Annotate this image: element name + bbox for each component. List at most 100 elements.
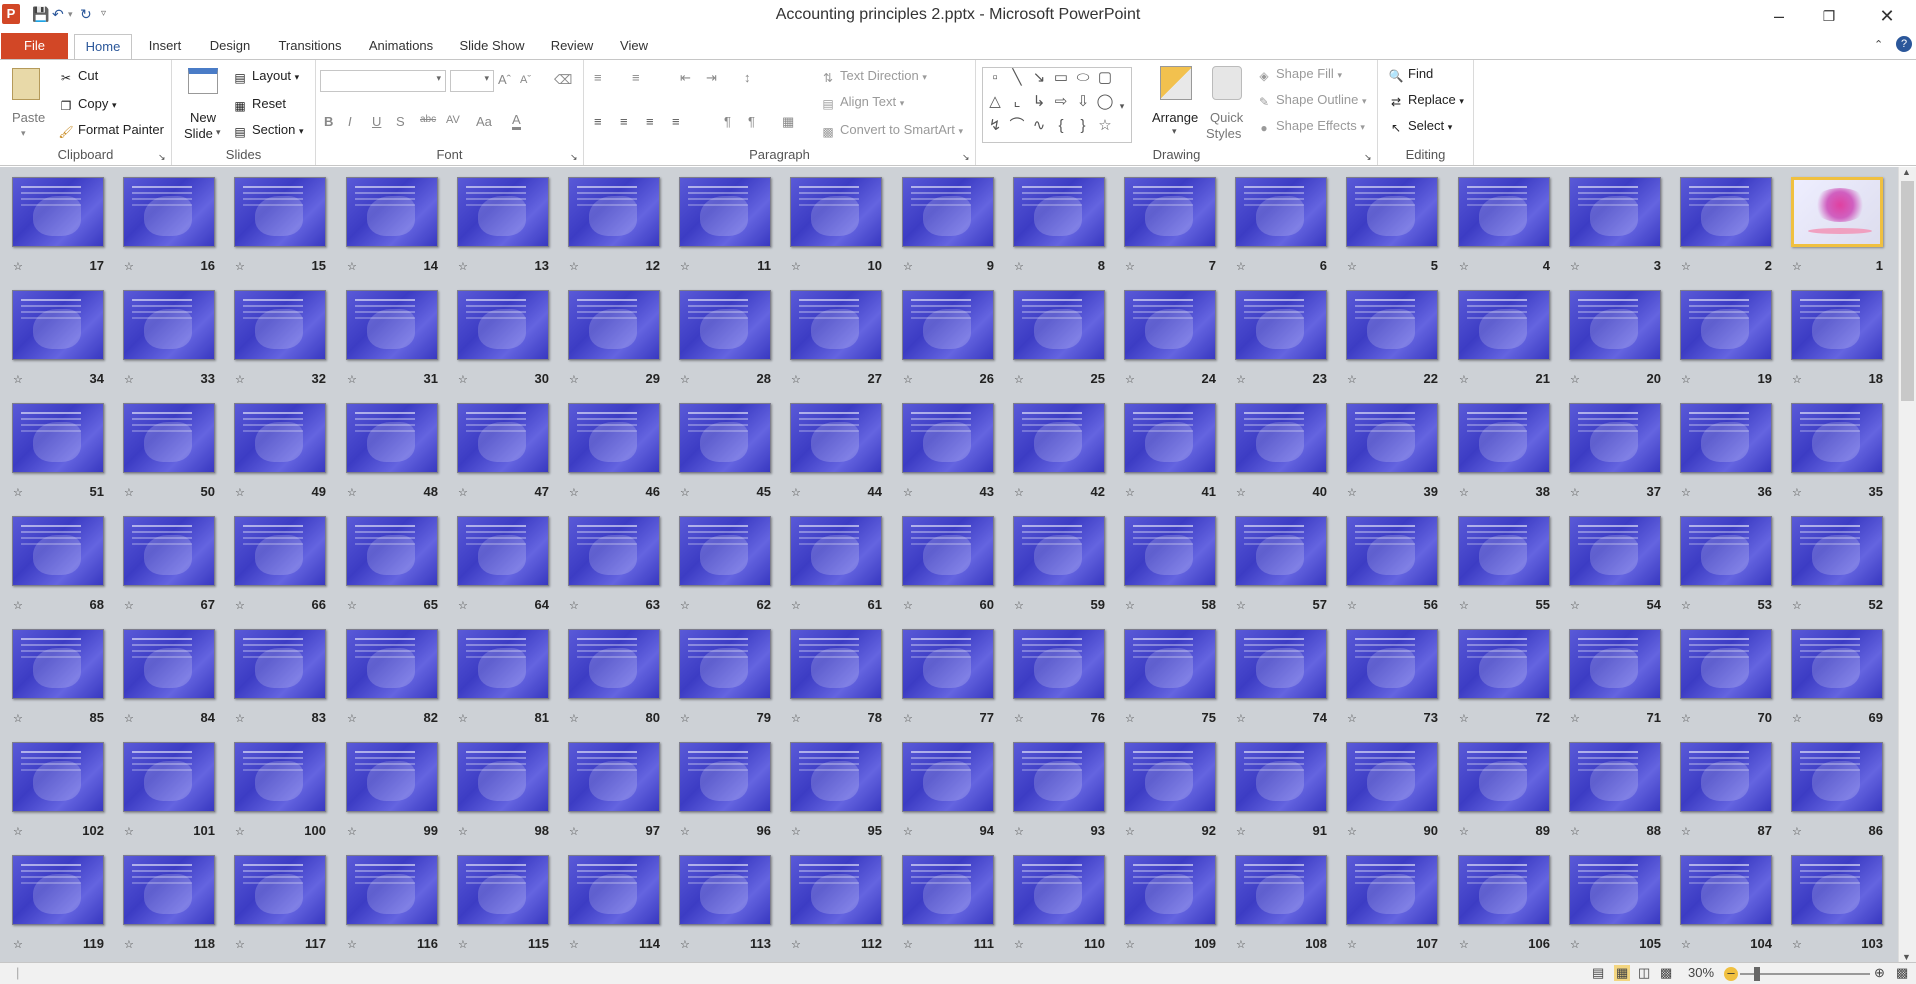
zoom-level[interactable]: 30% (1688, 965, 1714, 980)
slide-transition-star-icon[interactable]: ☆ (458, 825, 468, 838)
align-right-icon[interactable]: ≡ (646, 114, 654, 129)
slide-transition-star-icon[interactable]: ☆ (1459, 938, 1469, 951)
slide-transition-star-icon[interactable]: ☆ (458, 373, 468, 386)
slide-thumbnail[interactable] (234, 403, 326, 473)
slide-thumbnail[interactable] (1124, 177, 1216, 247)
slide-transition-star-icon[interactable]: ☆ (680, 599, 690, 612)
shape-outline-button[interactable]: ✎ Shape Outline ▾ (1256, 92, 1367, 109)
section-button[interactable]: ▤ Section ▾ (232, 122, 303, 139)
slide-thumbnail[interactable] (1346, 855, 1438, 925)
slide-thumbnail[interactable] (346, 516, 438, 586)
freeform-shape-icon[interactable]: ↯ (985, 116, 1005, 136)
reset-button[interactable]: ▦ Reset (232, 96, 286, 113)
slide-transition-star-icon[interactable]: ☆ (1236, 260, 1246, 273)
italic-icon[interactable]: I (348, 114, 352, 129)
slide-thumbnail[interactable] (1458, 403, 1550, 473)
slide-transition-star-icon[interactable]: ☆ (347, 938, 357, 951)
slide-transition-star-icon[interactable]: ☆ (1570, 938, 1580, 951)
rounded-rect-shape-icon[interactable]: ▢ (1095, 68, 1115, 88)
rtl-icon[interactable]: ¶ (748, 114, 755, 129)
slide-transition-star-icon[interactable]: ☆ (1125, 486, 1135, 499)
slide-thumbnail[interactable] (679, 516, 771, 586)
slide-thumbnail[interactable] (568, 177, 660, 247)
collapse-ribbon-icon[interactable]: ⌃ (1874, 38, 1883, 51)
slide-transition-star-icon[interactable]: ☆ (1570, 373, 1580, 386)
shape-fill-button[interactable]: ◈ Shape Fill ▾ (1256, 66, 1342, 83)
rectangle-shape-icon[interactable]: ▭ (1051, 68, 1071, 88)
slide-thumbnail[interactable] (1124, 629, 1216, 699)
slide-transition-star-icon[interactable]: ☆ (569, 486, 579, 499)
slide-transition-star-icon[interactable]: ☆ (569, 938, 579, 951)
slide-transition-star-icon[interactable]: ☆ (1125, 712, 1135, 725)
slide-thumbnail[interactable] (1124, 403, 1216, 473)
slide-thumbnail[interactable] (346, 177, 438, 247)
slide-thumbnail[interactable] (1458, 516, 1550, 586)
slide-thumbnail[interactable] (346, 403, 438, 473)
font-launcher-icon[interactable]: ↘ (570, 152, 578, 163)
slide-thumbnail[interactable] (1235, 403, 1327, 473)
slide-thumbnail[interactable] (1235, 855, 1327, 925)
quick-styles-label-1[interactable]: Quick (1210, 110, 1243, 125)
slide-transition-star-icon[interactable]: ☆ (1681, 486, 1691, 499)
slide-transition-star-icon[interactable]: ☆ (1236, 373, 1246, 386)
zoom-in-icon[interactable]: ⊕ (1874, 965, 1885, 981)
tab-view[interactable]: View (612, 34, 656, 60)
tab-review[interactable]: Review (544, 34, 600, 60)
slide-transition-star-icon[interactable]: ☆ (791, 486, 801, 499)
slide-transition-star-icon[interactable]: ☆ (1236, 825, 1246, 838)
slide-thumbnail[interactable] (1346, 403, 1438, 473)
shape-effects-button[interactable]: ● Shape Effects ▾ (1256, 118, 1365, 135)
slide-thumbnail[interactable] (234, 290, 326, 360)
slide-thumbnail[interactable] (902, 403, 994, 473)
paste-dropdown-icon[interactable]: ▾ (21, 128, 26, 139)
slide-thumbnail[interactable] (123, 403, 215, 473)
character-spacing-icon[interactable]: AV (446, 114, 460, 126)
slide-transition-star-icon[interactable]: ☆ (347, 599, 357, 612)
slide-thumbnail[interactable] (790, 629, 882, 699)
slide-transition-star-icon[interactable]: ☆ (1570, 486, 1580, 499)
slide-transition-star-icon[interactable]: ☆ (1792, 712, 1802, 725)
slide-transition-star-icon[interactable]: ☆ (569, 373, 579, 386)
slide-thumbnail[interactable] (457, 742, 549, 812)
reading-view-icon[interactable]: ◫ (1638, 965, 1650, 981)
slide-thumbnail[interactable] (568, 516, 660, 586)
slide-thumbnail[interactable] (1791, 855, 1883, 925)
grow-font-icon[interactable]: Aˆ (498, 72, 511, 87)
slide-thumbnail[interactable] (457, 516, 549, 586)
slide-transition-star-icon[interactable]: ☆ (458, 712, 468, 725)
underline-icon[interactable]: U (372, 114, 381, 129)
new-slide-dropdown-icon[interactable]: ▾ (216, 127, 221, 138)
slide-thumbnail[interactable] (1680, 290, 1772, 360)
slide-transition-star-icon[interactable]: ☆ (1014, 938, 1024, 951)
slide-thumbnail[interactable] (1346, 742, 1438, 812)
slide-thumbnail[interactable] (902, 290, 994, 360)
slide-thumbnail[interactable] (1124, 855, 1216, 925)
slide-thumbnail[interactable] (568, 742, 660, 812)
slide-thumbnail[interactable] (1346, 177, 1438, 247)
slide-thumbnail[interactable] (679, 855, 771, 925)
slide-transition-star-icon[interactable]: ☆ (903, 486, 913, 499)
slide-transition-star-icon[interactable]: ☆ (903, 825, 913, 838)
zoom-slider-knob[interactable] (1754, 967, 1760, 981)
slide-thumbnail[interactable] (1013, 742, 1105, 812)
slide-transition-star-icon[interactable]: ☆ (347, 260, 357, 273)
slide-transition-star-icon[interactable]: ☆ (1125, 825, 1135, 838)
close-icon[interactable]: ✕ (1864, 0, 1910, 32)
slide-transition-star-icon[interactable]: ☆ (235, 260, 245, 273)
slide-transition-star-icon[interactable]: ☆ (903, 373, 913, 386)
slide-transition-star-icon[interactable]: ☆ (1236, 712, 1246, 725)
slide-thumbnail[interactable] (1680, 403, 1772, 473)
slide-thumbnail[interactable] (790, 516, 882, 586)
slide-transition-star-icon[interactable]: ☆ (458, 938, 468, 951)
slide-transition-star-icon[interactable]: ☆ (13, 825, 23, 838)
slide-thumbnail[interactable] (1680, 855, 1772, 925)
slide-transition-star-icon[interactable]: ☆ (235, 599, 245, 612)
slide-thumbnail[interactable] (457, 403, 549, 473)
slide-transition-star-icon[interactable]: ☆ (1014, 825, 1024, 838)
scroll-down-icon[interactable]: ▼ (1902, 952, 1911, 962)
slide-thumbnail[interactable] (902, 516, 994, 586)
slide-thumbnail[interactable] (1791, 629, 1883, 699)
arrow-line-shape-icon[interactable]: ↘ (1029, 68, 1049, 88)
slide-thumbnail[interactable] (1569, 516, 1661, 586)
slide-transition-star-icon[interactable]: ☆ (1125, 599, 1135, 612)
